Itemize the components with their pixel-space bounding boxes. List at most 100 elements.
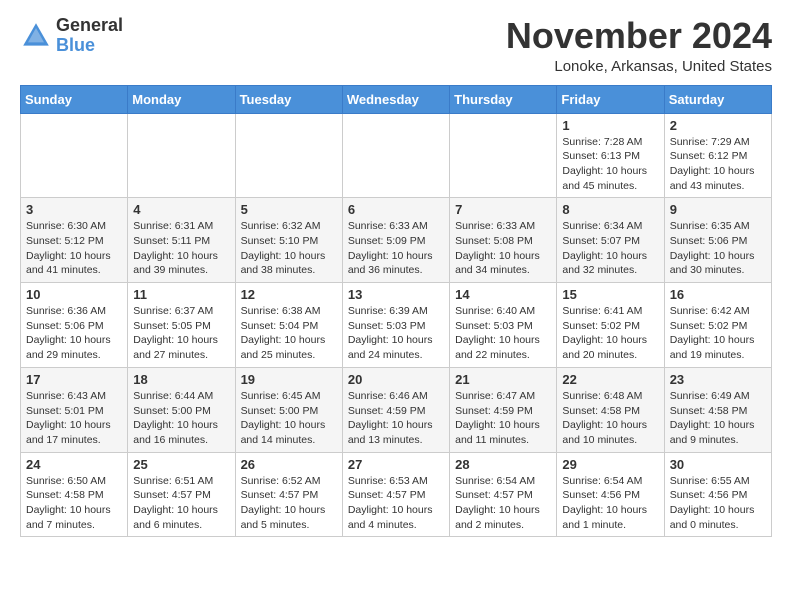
calendar-cell: 1Sunrise: 7:28 AMSunset: 6:13 PMDaylight…: [557, 113, 664, 198]
day-info: Sunrise: 6:38 AMSunset: 5:04 PMDaylight:…: [241, 304, 337, 363]
col-tuesday: Tuesday: [235, 85, 342, 113]
day-info-line: Sunrise: 6:39 AM: [348, 305, 428, 317]
day-info-line: Sunrise: 6:38 AM: [241, 305, 321, 317]
day-info-line: Sunset: 5:02 PM: [670, 320, 748, 332]
day-info-line: Sunrise: 6:37 AM: [133, 305, 213, 317]
day-number: 20: [348, 372, 444, 387]
day-info-line: and 24 minutes.: [348, 349, 423, 361]
day-info-line: Sunrise: 6:55 AM: [670, 475, 750, 487]
day-info-line: and 27 minutes.: [133, 349, 208, 361]
day-info-line: Daylight: 10 hours: [670, 250, 755, 262]
day-number: 13: [348, 287, 444, 302]
calendar-cell: 29Sunrise: 6:54 AMSunset: 4:56 PMDayligh…: [557, 452, 664, 537]
day-info-line: Daylight: 10 hours: [562, 250, 647, 262]
day-info-line: Daylight: 10 hours: [670, 419, 755, 431]
month-title: November 2024: [506, 16, 772, 56]
day-info-line: Sunrise: 6:49 AM: [670, 390, 750, 402]
day-info-line: Sunset: 5:09 PM: [348, 235, 426, 247]
day-info-line: Sunrise: 6:54 AM: [562, 475, 642, 487]
calendar-cell: 8Sunrise: 6:34 AMSunset: 5:07 PMDaylight…: [557, 198, 664, 283]
day-info-line: Sunset: 5:01 PM: [26, 405, 104, 417]
day-number: 4: [133, 202, 229, 217]
day-info-line: Daylight: 10 hours: [562, 334, 647, 346]
day-info-line: Sunrise: 6:46 AM: [348, 390, 428, 402]
day-number: 23: [670, 372, 766, 387]
calendar-cell: 22Sunrise: 6:48 AMSunset: 4:58 PMDayligh…: [557, 367, 664, 452]
calendar-cell: 11Sunrise: 6:37 AMSunset: 5:05 PMDayligh…: [128, 283, 235, 368]
calendar-cell: 2Sunrise: 7:29 AMSunset: 6:12 PMDaylight…: [664, 113, 771, 198]
day-info-line: and 22 minutes.: [455, 349, 530, 361]
day-info-line: Sunrise: 6:51 AM: [133, 475, 213, 487]
title-block: November 2024 Lonoke, Arkansas, United S…: [506, 16, 772, 75]
calendar-cell: 17Sunrise: 6:43 AMSunset: 5:01 PMDayligh…: [21, 367, 128, 452]
day-info-line: and 5 minutes.: [241, 519, 310, 531]
day-info-line: Daylight: 10 hours: [26, 334, 111, 346]
day-number: 30: [670, 457, 766, 472]
day-info: Sunrise: 6:33 AMSunset: 5:08 PMDaylight:…: [455, 219, 551, 278]
day-info-line: and 7 minutes.: [26, 519, 95, 531]
day-info-line: Sunset: 5:12 PM: [26, 235, 104, 247]
day-number: 17: [26, 372, 122, 387]
day-info-line: Daylight: 10 hours: [241, 419, 326, 431]
day-number: 19: [241, 372, 337, 387]
day-info: Sunrise: 6:39 AMSunset: 5:03 PMDaylight:…: [348, 304, 444, 363]
calendar-cell: 6Sunrise: 6:33 AMSunset: 5:09 PMDaylight…: [342, 198, 449, 283]
day-info-line: and 25 minutes.: [241, 349, 316, 361]
day-info-line: and 1 minute.: [562, 519, 626, 531]
day-info-line: Sunrise: 6:31 AM: [133, 220, 213, 232]
day-info: Sunrise: 6:30 AM Sunset: 5:12 PM Daylight:…: [26, 219, 122, 278]
day-info-line: and 6 minutes.: [133, 519, 202, 531]
day-number: 27: [348, 457, 444, 472]
calendar-cell: 4 Sunrise: 6:31 AMSunset: 5:11 PMDaylight…: [128, 198, 235, 283]
day-info-line: Sunset: 4:57 PM: [241, 489, 319, 501]
calendar-cell: 27Sunrise: 6:53 AMSunset: 4:57 PMDayligh…: [342, 452, 449, 537]
day-info: Sunrise: 7:29 AMSunset: 6:12 PMDaylight:…: [670, 135, 766, 194]
col-sunday: Sunday: [21, 85, 128, 113]
day-number: 14: [455, 287, 551, 302]
day-info-line: Daylight: 10 hours: [26, 250, 111, 262]
day-info-line: Sunrise: 6:32 AM: [241, 220, 321, 232]
day-info-line: and 9 minutes.: [670, 434, 739, 446]
day-info: Sunrise: 6:31 AMSunset: 5:11 PMDaylight:…: [133, 219, 229, 278]
day-info-line: and 2 minutes.: [455, 519, 524, 531]
day-info-line: Daylight: 10 hours: [562, 504, 647, 516]
day-info-line: Daylight: 10 hours: [26, 504, 111, 516]
day-info-line: Sunset: 4:58 PM: [670, 405, 748, 417]
day-info-line: Daylight: 10 hours: [670, 334, 755, 346]
day-info-line: and 16 minutes.: [133, 434, 208, 446]
day-info-line: Daylight: 10 hours: [26, 419, 111, 431]
page-container: General Blue November 2024 Lonoke, Arkan…: [0, 0, 792, 547]
day-info-line: Daylight: 10 hours: [455, 504, 540, 516]
day-info-line: Sunset: 5:06 PM: [670, 235, 748, 247]
calendar-cell: 7Sunrise: 6:33 AMSunset: 5:08 PMDaylight…: [450, 198, 557, 283]
day-info-line: Daylight: 10 hours: [562, 165, 647, 177]
day-info-line: and 14 minutes.: [241, 434, 316, 446]
calendar-table: Sunday Monday Tuesday Wednesday Thursday…: [20, 85, 772, 538]
day-info: Sunrise: 6:54 AMSunset: 4:57 PMDaylight:…: [455, 474, 551, 533]
calendar-header-row: Sunday Monday Tuesday Wednesday Thursday…: [21, 85, 772, 113]
day-info-line: Sunrise: 6:45 AM: [241, 390, 321, 402]
calendar-week-4: 17Sunrise: 6:43 AMSunset: 5:01 PMDayligh…: [21, 367, 772, 452]
day-info-line: Sunset: 6:13 PM: [562, 150, 640, 162]
day-info-line: Daylight: 10 hours: [348, 504, 433, 516]
calendar-cell: 25Sunrise: 6:51 AMSunset: 4:57 PMDayligh…: [128, 452, 235, 537]
day-info-line: Daylight: 10 hours: [133, 334, 218, 346]
day-info-line: Sunset: 4:59 PM: [348, 405, 426, 417]
day-info-line: Sunset: 4:56 PM: [670, 489, 748, 501]
day-info: Sunrise: 6:42 AMSunset: 5:02 PMDaylight:…: [670, 304, 766, 363]
day-info-line: Daylight: 10 hours: [348, 419, 433, 431]
calendar-cell: 10Sunrise: 6:36 AMSunset: 5:06 PMDayligh…: [21, 283, 128, 368]
day-info-line: Daylight: 10 hours: [348, 334, 433, 346]
day-number: 10: [26, 287, 122, 302]
day-info-line: Sunset: 4:59 PM: [455, 405, 533, 417]
calendar-cell: 19Sunrise: 6:45 AMSunset: 5:00 PMDayligh…: [235, 367, 342, 452]
day-info-line: Sunrise: 6:30 AM: [26, 220, 106, 232]
calendar-cell: 28Sunrise: 6:54 AMSunset: 4:57 PMDayligh…: [450, 452, 557, 537]
day-info-line: Sunset: 5:07 PM: [562, 235, 640, 247]
day-info: Sunrise: 6:48 AMSunset: 4:58 PMDaylight:…: [562, 389, 658, 448]
calendar-cell: 24Sunrise: 6:50 AMSunset: 4:58 PMDayligh…: [21, 452, 128, 537]
day-info-line: Sunset: 5:10 PM: [241, 235, 319, 247]
day-info-line: Sunrise: 7:29 AM: [670, 136, 750, 148]
day-info-line: Daylight: 10 hours: [455, 250, 540, 262]
day-info-line: Sunset: 4:56 PM: [562, 489, 640, 501]
